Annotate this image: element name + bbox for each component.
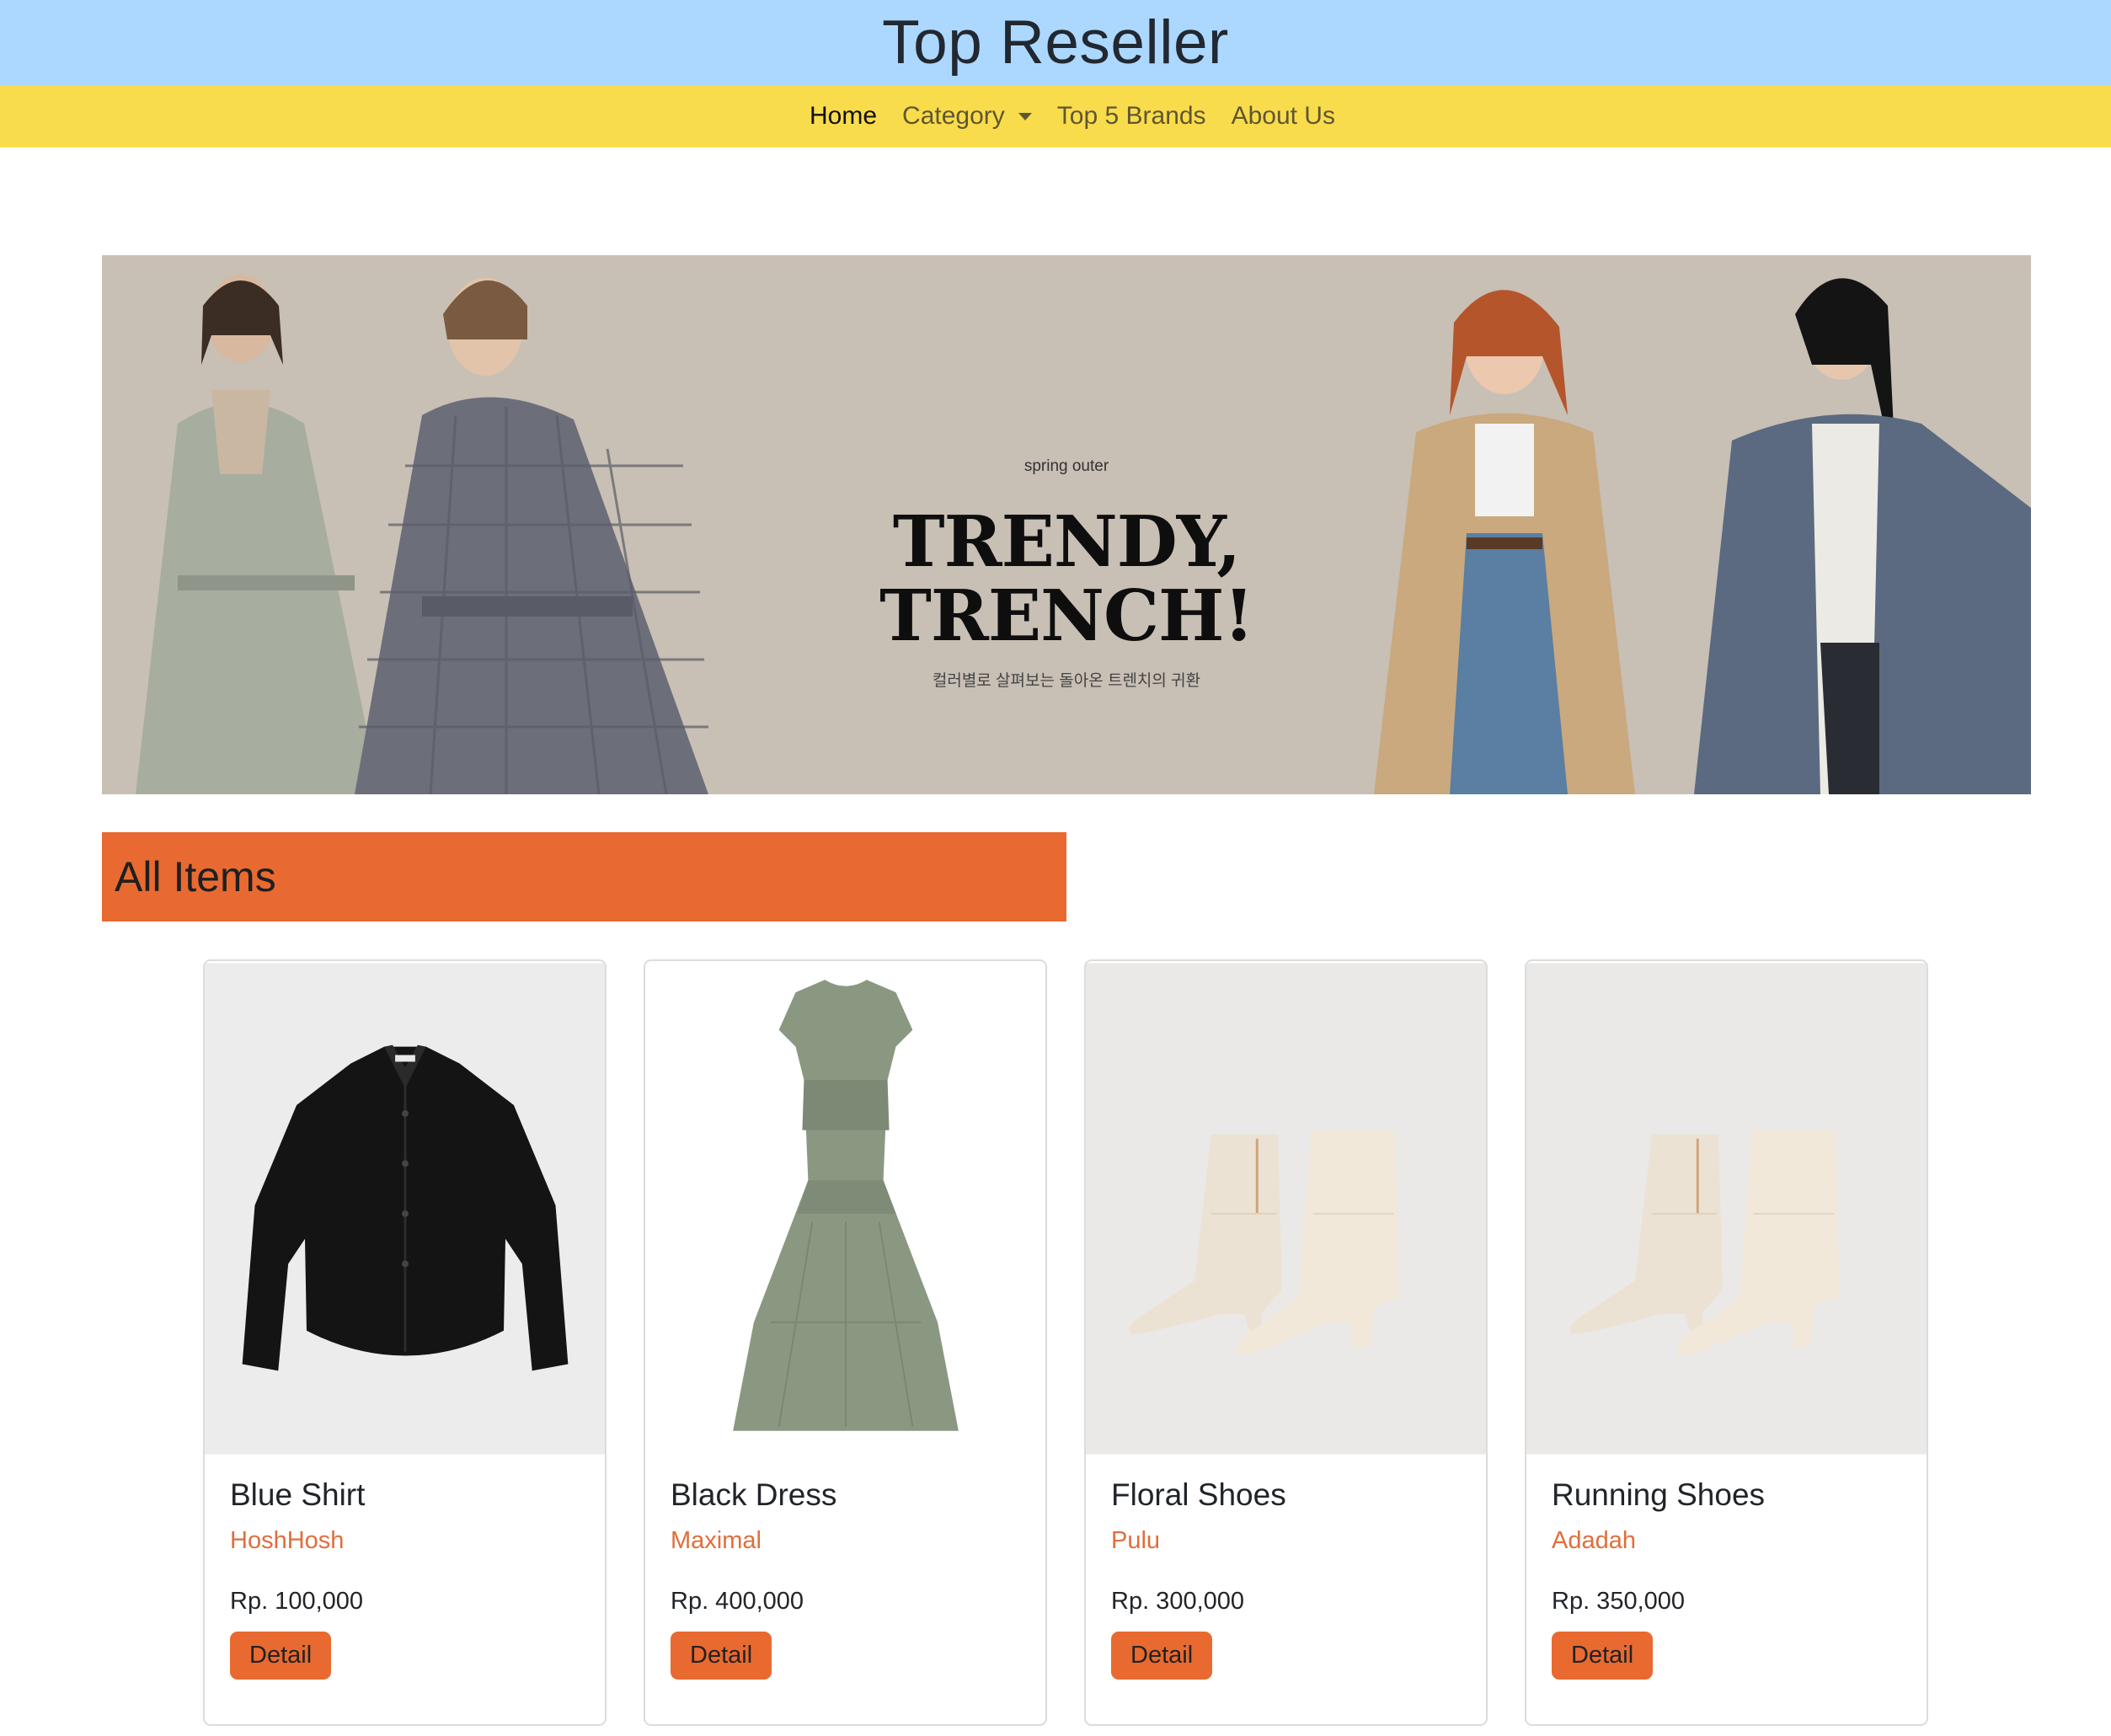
product-image-cream-boots xyxy=(1086,963,1486,1455)
product-image-green-dress xyxy=(645,963,1045,1455)
caret-down-icon xyxy=(1018,112,1032,120)
card-body: Black Dress Maximal Rp. 400,000 Detail xyxy=(645,1456,1045,1680)
nav-about-label: About Us xyxy=(1231,102,1335,130)
product-card: Black Dress Maximal Rp. 400,000 Detail xyxy=(644,959,1047,1726)
section-header: All Items xyxy=(102,832,1066,921)
nav-home-label: Home xyxy=(810,102,878,130)
nav-about-us[interactable]: About Us xyxy=(1219,102,1348,131)
banner-subtitle: 컬러별로 살펴보는 돌아온 트렌치의 귀환 xyxy=(932,672,1201,690)
hero-banner: spring outer TRENDY, TRENCH! 컬러별로 살펴보는 돌… xyxy=(102,255,2031,794)
product-image-black-shirt xyxy=(205,963,605,1455)
site-title: Top Reseller xyxy=(882,8,1229,77)
nav-list: Home Category Top 5 Brands About Us xyxy=(797,102,1348,131)
product-name: Running Shoes xyxy=(1552,1477,1766,1512)
nav-category-label: Category xyxy=(902,102,1005,130)
main-nav: Home Category Top 5 Brands About Us xyxy=(0,85,2111,147)
site-header: Top Reseller xyxy=(0,0,2111,85)
product-card: Floral Shoes Pulu Rp. 300,000 Detail xyxy=(1084,959,1488,1726)
detail-button[interactable]: Detail xyxy=(1111,1632,1213,1680)
product-name: Black Dress xyxy=(671,1477,837,1512)
card-body: Floral Shoes Pulu Rp. 300,000 Detail xyxy=(1086,1456,1486,1680)
product-name: Floral Shoes xyxy=(1111,1477,1286,1512)
product-image-cream-boots xyxy=(1526,963,1927,1455)
product-price: Rp. 350,000 xyxy=(1552,1588,1686,1615)
detail-button[interactable]: Detail xyxy=(1552,1632,1654,1680)
detail-button[interactable]: Detail xyxy=(230,1632,332,1680)
nav-top-brands[interactable]: Top 5 Brands xyxy=(1045,102,1219,131)
banner-kicker: spring outer xyxy=(1023,457,1109,475)
product-card: Running Shoes Adadah Rp. 350,000 Detail xyxy=(1525,959,1928,1726)
nav-home[interactable]: Home xyxy=(797,102,890,131)
nav-top-brands-label: Top 5 Brands xyxy=(1056,102,1206,130)
product-name: Blue Shirt xyxy=(230,1477,366,1512)
product-price: Rp. 300,000 xyxy=(1111,1588,1245,1615)
product-brand[interactable]: Maximal xyxy=(671,1525,1020,1556)
product-price: Rp. 100,000 xyxy=(230,1588,364,1615)
product-brand[interactable]: Pulu xyxy=(1111,1525,1461,1556)
product-brand[interactable]: Adadah xyxy=(1552,1525,1901,1556)
product-card: Blue Shirt HoshHosh Rp. 100,000 Detail xyxy=(203,959,607,1726)
product-price: Rp. 400,000 xyxy=(671,1588,804,1615)
card-body: Blue Shirt HoshHosh Rp. 100,000 Detail xyxy=(205,1456,605,1680)
banner-headline: TRENDY, TRENCH! xyxy=(879,500,1254,657)
nav-category-dropdown[interactable]: Category xyxy=(890,102,1045,131)
section-title: All Items xyxy=(115,853,276,900)
detail-button[interactable]: Detail xyxy=(671,1632,772,1680)
banner-text: spring outer TRENDY, TRENCH! 컬러별로 살펴보는 돌… xyxy=(814,457,1319,691)
product-brand[interactable]: HoshHosh xyxy=(230,1525,580,1556)
card-body: Running Shoes Adadah Rp. 350,000 Detail xyxy=(1526,1456,1927,1680)
